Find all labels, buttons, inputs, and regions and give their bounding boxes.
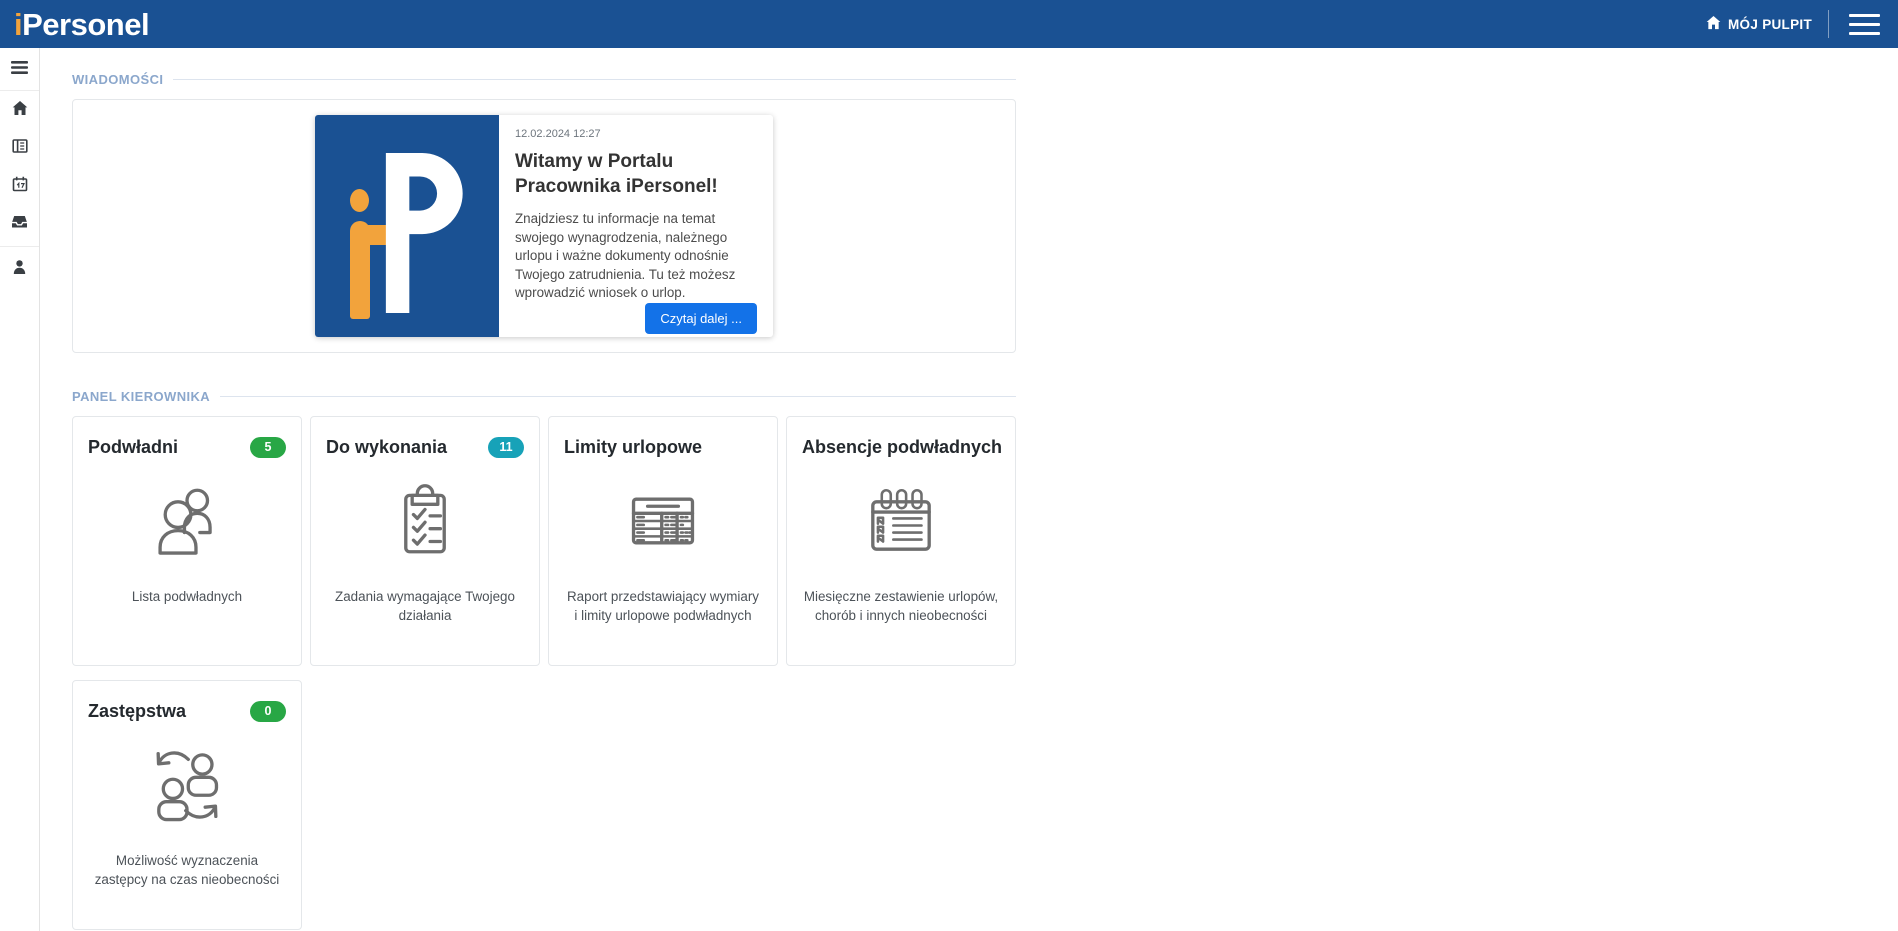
card-caption: Miesięczne zestawienie urlopów, chorób i…	[802, 587, 1000, 625]
news-timestamp: 12.02.2024 12:27	[515, 128, 757, 140]
count-badge: 0	[250, 701, 286, 722]
my-desktop-link[interactable]: MÓJ PULPIT	[1706, 15, 1812, 33]
card-do-wykonania[interactable]: Do wykonania 11 Zadania wymagające Twoje…	[310, 416, 540, 666]
main-content: WIADOMOŚCI 12.02.2024 12:27 Witamy w Por…	[40, 48, 1898, 931]
sidebar-item-calendar[interactable]	[0, 167, 39, 205]
section-divider	[220, 396, 1016, 397]
my-desktop-label: MÓJ PULPIT	[1728, 17, 1812, 32]
sidebar-item-inbox[interactable]	[0, 205, 39, 243]
absence-notebook-icon	[802, 479, 1000, 563]
section-title-messages: WIADOMOŚCI	[72, 72, 163, 87]
count-badge: 5	[250, 437, 286, 458]
user-icon	[12, 259, 27, 280]
read-more-button[interactable]: Czytaj dalej ...	[645, 303, 757, 334]
sidebar-menu-toggle[interactable]	[0, 48, 39, 91]
card-header: Podwładni 5	[88, 435, 286, 459]
swap-users-icon	[88, 743, 286, 827]
menu-icon[interactable]	[1845, 10, 1884, 39]
card-title: Podwładni	[88, 437, 178, 458]
sidebar-divider	[0, 246, 39, 247]
news-icon	[12, 138, 28, 159]
section-title-manager-panel: PANEL KIEROWNIKA	[72, 389, 210, 404]
section-divider	[173, 79, 1016, 80]
count-badge: 11	[488, 437, 524, 458]
report-table-icon	[564, 479, 762, 563]
news-actions: Czytaj dalej ...	[515, 303, 757, 334]
news-text-column: 12.02.2024 12:27 Witamy w Portalu Pracow…	[499, 115, 773, 337]
inbox-icon	[11, 214, 28, 234]
navbar-right-group: MÓJ PULPIT	[1706, 10, 1884, 39]
left-sidebar	[0, 48, 40, 931]
navbar-divider	[1828, 10, 1829, 38]
card-header: Limity urlopowe	[564, 435, 762, 459]
manager-panel-cards: Podwładni 5 Lista podwładnych Do wykonan…	[72, 416, 1016, 930]
news-title: Witamy w Portalu Pracownika iPersonel!	[515, 149, 757, 199]
card-zastepstwa[interactable]: Zastępstwa 0 Możliwość wyznaczenia zastę…	[72, 680, 302, 930]
messages-section-header: WIADOMOŚCI	[72, 72, 1016, 87]
news-card: 12.02.2024 12:27 Witamy w Portalu Pracow…	[315, 115, 773, 337]
card-limity-urlopowe[interactable]: Limity urlopowe Raport przedstawiający	[548, 416, 778, 666]
card-caption: Zadania wymagające Twojego działania	[326, 587, 524, 625]
card-caption: Raport przedstawiający wymiary i limity …	[564, 587, 762, 625]
sidebar-item-profile[interactable]	[0, 250, 39, 288]
card-absencje-podwladnych[interactable]: Absencje podwładnych Miesi	[786, 416, 1016, 666]
card-caption: Możliwość wyznaczenia zastępcy na czas n…	[88, 851, 286, 889]
card-header: Do wykonania 11	[326, 435, 524, 459]
menu-icon	[11, 61, 28, 79]
card-podwladni[interactable]: Podwładni 5 Lista podwładnych	[72, 416, 302, 666]
card-caption: Lista podwładnych	[88, 587, 286, 606]
top-navbar: iPersonel MÓJ PULPIT	[0, 0, 1898, 48]
messages-panel: 12.02.2024 12:27 Witamy w Portalu Pracow…	[72, 99, 1016, 353]
logo-text: Personel	[22, 7, 149, 42]
card-header: Absencje podwładnych	[802, 435, 1000, 459]
news-thumbnail-ipersonel-logo	[315, 115, 499, 337]
users-icon	[88, 479, 286, 563]
logo-i-dot	[350, 189, 369, 212]
sidebar-item-news[interactable]	[0, 129, 39, 167]
tasks-checklist-icon	[326, 479, 524, 563]
logo-letter-p	[377, 153, 463, 318]
calendar-icon	[12, 176, 28, 197]
card-header: Zastępstwa 0	[88, 699, 286, 723]
logo-letter-i: i	[14, 7, 22, 42]
card-title: Limity urlopowe	[564, 437, 702, 458]
news-body: Znajdziesz tu informacje na temat swojeg…	[515, 210, 757, 303]
card-title: Absencje podwładnych	[802, 437, 1002, 458]
card-title: Do wykonania	[326, 437, 447, 458]
sidebar-item-home[interactable]	[0, 91, 39, 129]
home-icon	[12, 100, 28, 121]
manager-panel-section-header: PANEL KIEROWNIKA	[72, 389, 1016, 404]
app-logo[interactable]: iPersonel	[14, 9, 149, 40]
home-icon	[1706, 15, 1721, 33]
card-title: Zastępstwa	[88, 701, 186, 722]
